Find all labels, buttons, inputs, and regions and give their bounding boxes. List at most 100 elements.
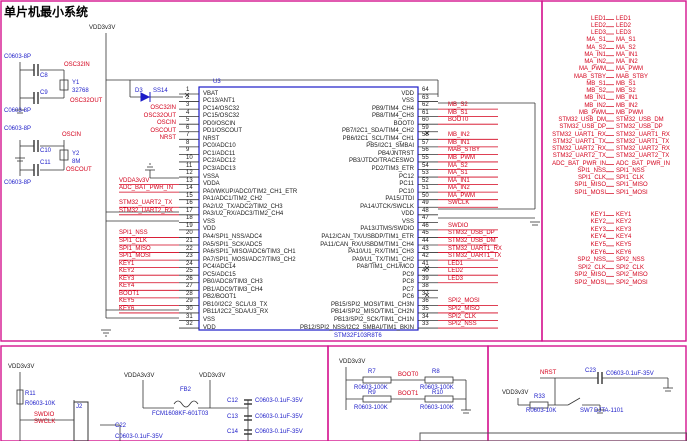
mcu-pin-number: 7 [186, 132, 190, 139]
sw7-part: DJTA-1101 [594, 408, 624, 414]
mcu-left-net: SPI1_MISO [119, 245, 151, 252]
keylabel-right: SPI2_MOSI [616, 279, 648, 286]
oscout-net: OSCOUT [66, 167, 92, 173]
mcu-left-net: SPI1_CLK [119, 238, 148, 244]
netlabel-left: LED2 [590, 22, 606, 29]
oscin-net: OSCIN [62, 132, 82, 138]
mcu-pin-number: 52 [422, 177, 429, 184]
mcu-left-net: KEY6 [119, 305, 135, 312]
r8-ref: R8 [432, 369, 440, 375]
mcu-right-net: STM32_UART1_RX [448, 245, 502, 252]
mcu-pin-name: PA1/ADC1/TIM2_CH2 [203, 196, 263, 203]
mcu-pin-name: NRST [203, 135, 220, 142]
netlabel-right: SPI1_MISO [616, 182, 648, 189]
mcu-pin-name: VSS [203, 317, 216, 323]
mcu-pin-number: 22 [186, 245, 193, 252]
mcu-left-net: STM32_UART2_TX [119, 200, 173, 207]
mcu-right-net: SWCLK [448, 200, 470, 207]
r33-value: R0603-10K [526, 408, 557, 414]
mcu-left-net: KEY1 [119, 260, 135, 267]
mcu-pin-number: 11 [186, 162, 193, 169]
c8-ref: C8 [40, 73, 48, 79]
netlabel-left: MA_PWM [579, 66, 606, 73]
fb2-ref: FB2 [180, 387, 192, 393]
reset-vdd: VDD3v3V [502, 390, 529, 396]
netlabel-left: STM32_USB_DM [558, 117, 606, 123]
netlabel-left: STM32_UART2_RX [552, 146, 606, 152]
mcu-left-net: OSCIN [156, 120, 176, 127]
mcu-right-net: SPI2_MISO [448, 305, 480, 312]
mcu-pin-number: 64 [422, 87, 429, 93]
mcu-pin-name: PA4/SPI1_NSS/ADC4 [203, 233, 262, 240]
c22-value: C0603-0.1uF-35V [115, 434, 163, 440]
mcu-pin-number: 2 [186, 94, 190, 101]
mcu-pin-number: 47 [422, 215, 429, 222]
bottom-right-box [419, 432, 687, 441]
mcu-pin-name: PA12/CAN_TX/USBDP/TIM1_ETR [321, 233, 414, 240]
mcu-pin-name: PC7 [402, 286, 414, 293]
mcu-pin-name: PA6/SPI1_MISO/ADC6/TIM3_CH1 [203, 249, 296, 256]
keylabel-left: SPI2_CLK [577, 264, 606, 271]
mcu-pin-name: PA7/SPI1_MOSI/ADC7/TIM3_CH2 [203, 256, 296, 263]
mcu-pin-name: PC15/OSC32 [203, 113, 240, 120]
mcu-pin-number: 50 [422, 192, 429, 199]
mcu-pin-number: 21 [186, 238, 193, 244]
mcu-left-net: OSCOUT [150, 127, 176, 134]
netlabel-left: SPI1_CLK [577, 175, 606, 181]
netlabel-left: SPI1_NSS [577, 167, 606, 174]
mcu-right-net: STM32_UART1_TX [448, 253, 502, 260]
mcu-right-net: SPI2_NSS [448, 321, 477, 328]
fb2-part: FCM1608KF-601T03 [152, 411, 209, 417]
netlabel-right: MA_IN1 [616, 51, 638, 58]
mcu-right-net: MB_IN1 [448, 139, 470, 146]
keylabel-left: SPI2_MISO [574, 272, 606, 279]
mcu-pin-number: 25 [186, 268, 193, 275]
keylabel-right: KEY3 [616, 226, 632, 233]
nrst-net: NRST [540, 370, 557, 376]
netlabel-right: MA_S1 [616, 37, 636, 44]
netlabel-left: MB_IN2 [584, 102, 606, 109]
c13-ref: C13 [227, 414, 239, 420]
mcu-right-net: LED2 [448, 268, 464, 275]
mcu-pin-number: 42 [422, 253, 429, 260]
mcu-pin-name: PA10/U1_RX/TIM1_CH3 [348, 249, 414, 256]
boot0-net: BOOT0 [398, 372, 419, 378]
netlabel-right: MB_S2 [616, 88, 636, 94]
mcu-pin-number: 44 [422, 238, 429, 244]
mcu-pin-number: 36 [422, 298, 429, 305]
mcu-pin-number: 4 [186, 109, 190, 116]
mcu-right-net: MAB_STBY [448, 147, 481, 154]
netlabel-right: STM32_UART1_TX [616, 138, 670, 145]
mcu-pin-number: 54 [422, 162, 429, 169]
mcu-pin-number: 28 [186, 290, 193, 297]
mcu-right-net: MB_PWM [448, 154, 475, 161]
mcu-pin-number: 14 [186, 185, 193, 192]
mcu-left-net: KEY2 [119, 268, 135, 275]
netlabel-left: MB_IN1 [584, 95, 606, 102]
diode-ref: D3 [135, 88, 143, 94]
netlabel-right: STM32_UART2_TX [616, 153, 670, 160]
mcu-pin-name: PB1/ADC9/TIM3_CH4 [203, 286, 263, 293]
netlabel-right: SPI1_NSS [616, 167, 645, 174]
mcu-pin-name: PB14/SPI2_MISO/TIM1_CH2N [330, 309, 414, 316]
keylabel-left: SPI2_NSS [577, 257, 606, 264]
mcu-pin-name: PB12/SPI2_NSS/I2C2_SMBAI/TIM1_BKIN [299, 324, 414, 331]
mcu-right-net: BOOT0 [448, 117, 469, 124]
mcu-pin-number: 32 [186, 321, 193, 328]
mcu-left-net: KEY5 [119, 298, 135, 305]
mcu-pin-name: PB6/I2C1_SCL/TIM4_CH1 [342, 135, 414, 142]
mcu-pin-number: 8 [186, 139, 190, 146]
mcu-right-net: MB_S2 [448, 102, 468, 109]
netlabel-right: MA_S2 [616, 44, 636, 51]
mcu-pin-name: PB0/ADC8/TIM3_CH3 [203, 279, 263, 286]
mcu-left-net: OSC32OUT [143, 112, 176, 119]
swd-swclk: SWCLK [34, 419, 56, 425]
netlabel-right: MA_IN2 [616, 59, 638, 65]
boot-vdd: VDD3v3V [339, 359, 366, 365]
netlabel-left: MA_IN2 [584, 59, 606, 65]
mcu-pin-name: PB4/JNTRST [377, 150, 414, 157]
mcu-pin-name: PA8/TIM1_CH1/MCO [356, 264, 414, 271]
mcu-pin-name: PB7/I2C1_SDA/TIM4_CH2 [341, 128, 414, 135]
y2-ref: Y2 [72, 151, 80, 157]
keylabel-right: KEY1 [616, 211, 632, 218]
